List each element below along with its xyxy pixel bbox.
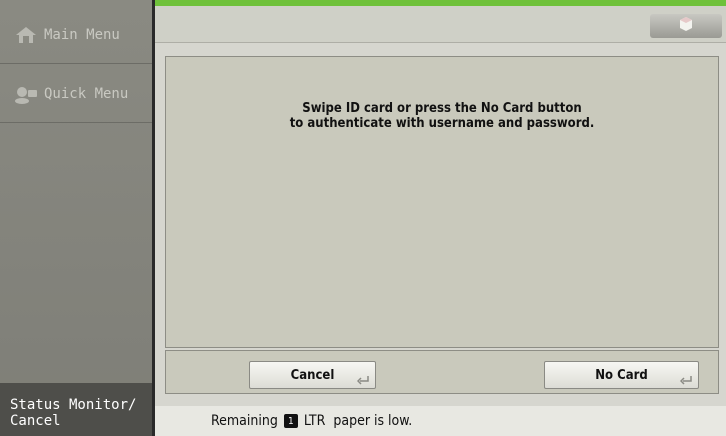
message-line-2: to authenticate with username and passwo… — [289, 116, 595, 131]
cube-icon — [678, 16, 694, 36]
authentication-message: Swipe ID card or press the No Card butto… — [166, 101, 718, 131]
top-right-button[interactable] — [650, 14, 722, 38]
enter-arrow-icon — [679, 374, 692, 385]
main-menu-label: Main Menu — [44, 26, 120, 43]
message-line-1: Swipe ID card or press the No Card butto… — [302, 101, 582, 116]
status-monitor-label-line1: Status Monitor/ — [10, 397, 137, 413]
status-monitor-label-line2: Cancel — [10, 413, 61, 429]
status-message-bar: Remaining 1 LTR paper is low. — [155, 406, 726, 436]
cancel-button[interactable]: Cancel — [249, 361, 376, 389]
status-suffix: LTR paper is low. — [303, 413, 413, 429]
button-bar: Cancel No Card — [165, 350, 719, 394]
no-card-button[interactable]: No Card — [544, 361, 699, 389]
quick-menu-button[interactable]: Quick Menu — [0, 65, 152, 123]
enter-arrow-icon — [356, 374, 369, 385]
quick-menu-icon — [14, 84, 38, 104]
status-monitor-cancel-button[interactable]: Status Monitor/ Cancel — [0, 383, 152, 436]
quick-menu-label: Quick Menu — [44, 85, 129, 102]
status-prefix: Remaining — [211, 413, 278, 429]
authentication-panel: Swipe ID card or press the No Card butto… — [165, 56, 719, 348]
no-card-button-label: No Card — [595, 367, 648, 383]
cancel-button-label: Cancel — [290, 367, 335, 383]
paper-tray-number-badge: 1 — [283, 414, 298, 428]
sidebar: Main Menu Quick Menu Status Monitor/ Can… — [0, 0, 155, 436]
main-menu-button[interactable]: Main Menu — [0, 6, 152, 64]
home-icon — [14, 25, 38, 45]
content-area: Swipe ID card or press the No Card butto… — [155, 6, 726, 436]
top-bar — [155, 6, 726, 43]
